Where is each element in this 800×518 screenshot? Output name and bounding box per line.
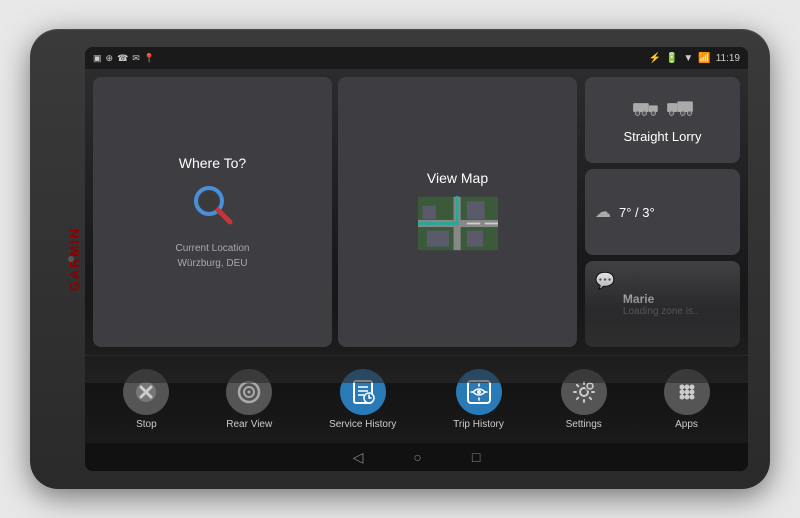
view-map-tile[interactable]: View Map [338, 77, 577, 347]
weather-icon: ☁ [595, 202, 611, 222]
apps-label: Apps [675, 419, 698, 430]
status-left-icons: ▣ ⊕ ☎ ✉ 📍 [93, 53, 155, 64]
weather-text: 7° / 3° [619, 205, 655, 220]
phone-icon: ☎ [117, 53, 128, 64]
map-preview [418, 196, 498, 251]
power-button[interactable] [68, 256, 74, 262]
battery-icon: 🔋 [666, 53, 678, 64]
current-location-label: Current Location [176, 243, 250, 254]
wifi-icon: ▼ [683, 53, 693, 64]
settings-label: Settings [566, 419, 602, 430]
search-icon [189, 181, 237, 239]
location-icon: 📍 [144, 53, 155, 64]
rear-view-label: Rear View [226, 419, 272, 430]
home-button[interactable]: ○ [413, 449, 421, 465]
clock: 11:19 [716, 53, 740, 64]
where-to-label: Where To? [179, 155, 246, 171]
trip-history-label: Trip History [453, 419, 504, 430]
navigation-bar: ◁ ○ □ [85, 443, 748, 471]
where-to-tile[interactable]: Where To? Current Location Würzburg, DEU [93, 77, 332, 347]
lorry-tile[interactable]: Straight Lorry [585, 77, 740, 163]
service-history-label: Service History [329, 419, 396, 430]
main-area: Where To? Current Location Würzburg, DEU [85, 69, 748, 443]
gps-icon: ⊕ [106, 53, 114, 64]
location-text: Würzburg, DEU [177, 258, 247, 269]
status-bar: ▣ ⊕ ☎ ✉ 📍 ⚡ 🔋 ▼ 📶 11:19 [85, 47, 748, 69]
status-right-icons: ⚡ 🔋 ▼ 📶 11:19 [648, 53, 740, 64]
bluetooth-icon: ⚡ [648, 53, 660, 64]
device: GARMIN ▣ ⊕ ☎ ✉ 📍 ⚡ 🔋 ▼ 📶 11:19 [30, 29, 770, 489]
message-icon: ✉ [132, 53, 140, 64]
notification-icon: ▣ [93, 53, 102, 64]
screen: ▣ ⊕ ☎ ✉ 📍 ⚡ 🔋 ▼ 📶 11:19 [85, 47, 748, 471]
stop-label: Stop [136, 419, 157, 430]
recent-apps-button[interactable]: □ [472, 449, 480, 465]
view-map-label: View Map [427, 170, 488, 186]
back-button[interactable]: ◁ [353, 449, 364, 466]
weather-tile[interactable]: ☁ 7° / 3° [585, 169, 740, 255]
lorry-label: Straight Lorry [623, 129, 701, 144]
signal-icon: 📶 [698, 53, 710, 64]
lorry-icons [632, 97, 694, 117]
